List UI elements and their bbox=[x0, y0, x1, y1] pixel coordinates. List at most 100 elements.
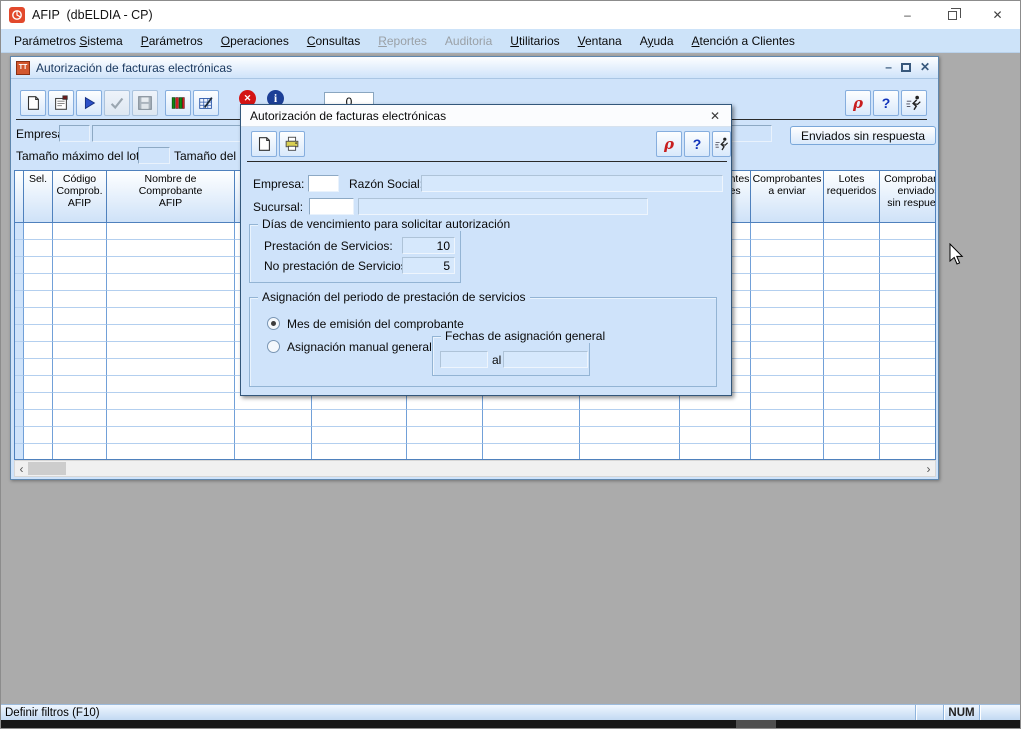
tamano-maximo-field[interactable] bbox=[138, 147, 170, 164]
exit-button[interactable] bbox=[901, 90, 927, 116]
table-cell[interactable] bbox=[107, 427, 235, 444]
table-cell[interactable] bbox=[312, 444, 407, 460]
table-cell[interactable] bbox=[24, 274, 53, 291]
table-cell[interactable] bbox=[107, 393, 235, 410]
table-cell[interactable] bbox=[24, 444, 53, 460]
table-cell[interactable] bbox=[680, 410, 751, 427]
table-cell[interactable] bbox=[107, 410, 235, 427]
app-minimize-button[interactable]: – bbox=[885, 1, 930, 29]
row-selector-cell[interactable] bbox=[15, 240, 24, 257]
table-cell[interactable] bbox=[235, 427, 312, 444]
table-cell[interactable] bbox=[107, 444, 235, 460]
scroll-right-button[interactable]: › bbox=[922, 461, 935, 476]
edit-record-button[interactable] bbox=[48, 90, 74, 116]
dialog-print-button[interactable] bbox=[279, 131, 305, 157]
table-cell[interactable] bbox=[880, 291, 936, 308]
menu-operaciones[interactable]: Operaciones bbox=[212, 31, 298, 51]
table-cell[interactable] bbox=[53, 427, 107, 444]
table-cell[interactable] bbox=[824, 427, 880, 444]
table-cell[interactable] bbox=[751, 376, 824, 393]
row-selector-cell[interactable] bbox=[15, 393, 24, 410]
sucursal-name-field[interactable] bbox=[358, 198, 648, 215]
table-cell[interactable] bbox=[312, 410, 407, 427]
new-record-button[interactable] bbox=[20, 90, 46, 116]
table-cell[interactable] bbox=[483, 410, 580, 427]
table-cell[interactable] bbox=[407, 410, 483, 427]
enviados-sin-respuesta-button[interactable]: Enviados sin respuesta bbox=[790, 126, 936, 145]
table-cell[interactable] bbox=[824, 342, 880, 359]
table-cell[interactable] bbox=[53, 410, 107, 427]
table-cell[interactable] bbox=[880, 257, 936, 274]
app-restore-button[interactable] bbox=[930, 1, 975, 29]
table-cell[interactable] bbox=[880, 376, 936, 393]
dialog-new-button[interactable] bbox=[251, 131, 277, 157]
table-cell[interactable] bbox=[24, 257, 53, 274]
menu-par-metros[interactable]: Parámetros bbox=[132, 31, 212, 51]
confirm-button[interactable] bbox=[104, 90, 130, 116]
dialog-help-button[interactable]: ? bbox=[684, 131, 710, 157]
row-selector-cell[interactable] bbox=[15, 274, 24, 291]
menu-consultas[interactable]: Consultas bbox=[298, 31, 369, 51]
table-cell[interactable] bbox=[53, 308, 107, 325]
table-cell[interactable] bbox=[751, 342, 824, 359]
fecha-desde-field[interactable] bbox=[440, 351, 488, 368]
table-cell[interactable] bbox=[880, 444, 936, 460]
table-cell[interactable] bbox=[751, 444, 824, 460]
prestacion-field[interactable] bbox=[402, 237, 455, 254]
table-cell[interactable] bbox=[824, 359, 880, 376]
table-cell[interactable] bbox=[751, 359, 824, 376]
dialog-empresa-field[interactable] bbox=[308, 175, 339, 192]
row-selector-cell[interactable] bbox=[15, 342, 24, 359]
dialog-close-button[interactable]: ✕ bbox=[707, 108, 723, 124]
table-cell[interactable] bbox=[53, 274, 107, 291]
row-selector-cell[interactable] bbox=[15, 325, 24, 342]
table-cell[interactable] bbox=[107, 291, 235, 308]
razon-social-field[interactable] bbox=[421, 175, 723, 192]
row-selector-cell[interactable] bbox=[15, 359, 24, 376]
table-cell[interactable] bbox=[824, 325, 880, 342]
menu-reportes[interactable]: Reportes bbox=[369, 31, 436, 51]
menu-par-metros-sistema[interactable]: Parámetros Sistema bbox=[5, 31, 132, 51]
menu-utilitarios[interactable]: Utilitarios bbox=[501, 31, 568, 51]
table-cell[interactable] bbox=[824, 410, 880, 427]
table-cell[interactable] bbox=[107, 274, 235, 291]
scrollbar-thumb[interactable] bbox=[28, 462, 66, 475]
row-selector-cell[interactable] bbox=[15, 257, 24, 274]
scroll-left-button[interactable]: ‹ bbox=[15, 461, 28, 476]
table-cell[interactable] bbox=[53, 393, 107, 410]
table-cell[interactable] bbox=[751, 410, 824, 427]
table-cell[interactable] bbox=[53, 444, 107, 460]
table-cell[interactable] bbox=[53, 342, 107, 359]
dialog-exit-button[interactable] bbox=[712, 131, 731, 157]
table-cell[interactable] bbox=[107, 359, 235, 376]
table-cell[interactable] bbox=[107, 376, 235, 393]
table-cell[interactable] bbox=[824, 223, 880, 240]
table-cell[interactable] bbox=[580, 444, 680, 460]
table-cell[interactable] bbox=[824, 444, 880, 460]
menu-auditoria[interactable]: Auditoria bbox=[436, 31, 501, 51]
table-cell[interactable] bbox=[235, 410, 312, 427]
table-cell[interactable] bbox=[107, 325, 235, 342]
table-cell[interactable] bbox=[53, 257, 107, 274]
table-cell[interactable] bbox=[107, 240, 235, 257]
grid-edit-button[interactable] bbox=[193, 90, 219, 116]
table-cell[interactable] bbox=[24, 359, 53, 376]
dialog-filter-button[interactable]: ρ bbox=[656, 131, 682, 157]
app-close-button[interactable]: ✕ bbox=[975, 1, 1020, 29]
help-button[interactable]: ? bbox=[873, 90, 899, 116]
table-cell[interactable] bbox=[751, 325, 824, 342]
table-cell[interactable] bbox=[751, 427, 824, 444]
table-cell[interactable] bbox=[880, 240, 936, 257]
table-cell[interactable] bbox=[824, 291, 880, 308]
table-cell[interactable] bbox=[24, 410, 53, 427]
table-cell[interactable] bbox=[880, 393, 936, 410]
table-cell[interactable] bbox=[751, 393, 824, 410]
table-cell[interactable] bbox=[880, 223, 936, 240]
menu-ventana[interactable]: Ventana bbox=[569, 31, 631, 51]
table-cell[interactable] bbox=[580, 427, 680, 444]
table-cell[interactable] bbox=[580, 410, 680, 427]
child-maximize-button[interactable] bbox=[901, 63, 911, 72]
row-selector-cell[interactable] bbox=[15, 444, 24, 460]
fecha-hasta-field[interactable] bbox=[503, 351, 588, 368]
table-cell[interactable] bbox=[880, 427, 936, 444]
